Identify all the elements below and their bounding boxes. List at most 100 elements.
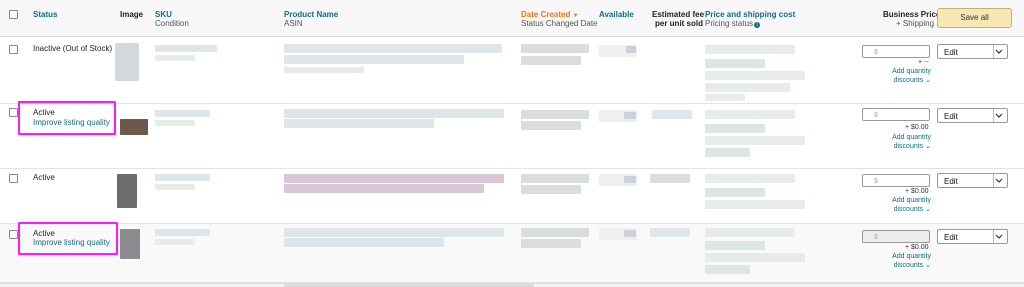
business-shipping-text: + $0.00 — [905, 244, 929, 251]
edit-label: Edit — [944, 112, 958, 121]
available-value — [624, 230, 636, 237]
product-name-link-2[interactable] — [284, 119, 434, 128]
add-quantity-discounts-link-2[interactable]: discounts ⌄ — [862, 205, 931, 214]
chevron-down-icon[interactable] — [995, 178, 1003, 184]
product-name-link[interactable] — [284, 174, 504, 183]
business-price-input[interactable]: $ — [862, 174, 930, 187]
price-input[interactable] — [705, 45, 795, 54]
estimated-fee-text — [652, 110, 692, 119]
divider — [993, 45, 994, 58]
chevron-down-icon[interactable] — [995, 49, 1003, 55]
date-created-text — [521, 228, 589, 237]
pricing-status-text — [705, 241, 765, 250]
inventory-page: Status Image SKU Condition Product Name … — [0, 0, 1024, 287]
annotation-highlight — [18, 222, 118, 255]
date-created-text — [521, 174, 589, 183]
sku-text — [155, 229, 210, 236]
date-created-text — [521, 110, 589, 119]
header-available[interactable]: Available — [599, 10, 634, 19]
product-name-link-2[interactable] — [284, 238, 444, 247]
condition-text — [155, 184, 195, 190]
fee-preview-text — [705, 83, 790, 92]
sku-text — [155, 45, 217, 52]
business-price-input[interactable]: $ — [862, 108, 930, 121]
asin-text — [284, 67, 364, 73]
shipping-cost-text — [705, 253, 805, 262]
header-estimated-fee: Estimated fee — [652, 10, 705, 19]
divider — [993, 109, 994, 122]
row-checkbox[interactable] — [9, 108, 18, 117]
edit-label: Edit — [944, 177, 958, 186]
shipping-cost-text — [705, 136, 805, 145]
business-price-input[interactable]: $ — [862, 230, 930, 243]
product-thumbnail[interactable] — [117, 174, 137, 208]
table-row: Inactive (Out of Stock) $ + -- Add quant… — [0, 37, 1024, 104]
row-checkbox[interactable] — [9, 174, 18, 183]
product-name-link-2[interactable] — [284, 55, 464, 64]
shipping-cost-text — [705, 200, 805, 209]
business-price-input[interactable]: $ — [862, 45, 930, 58]
add-quantity-discounts-link[interactable]: Add quantity — [862, 133, 931, 142]
price-input[interactable] — [705, 228, 795, 237]
business-shipping-text: + $0.00 — [905, 124, 929, 131]
edit-label: Edit — [944, 233, 958, 242]
add-quantity-discounts-link[interactable]: Add quantity — [862, 196, 931, 205]
product-name-link-2[interactable] — [284, 184, 484, 193]
available-value — [624, 176, 636, 183]
product-name-link[interactable] — [284, 44, 502, 53]
product-thumbnail[interactable] — [120, 229, 140, 259]
condition-text — [155, 55, 195, 61]
edit-dropdown[interactable]: Edit — [937, 108, 1008, 123]
price-input[interactable] — [705, 174, 795, 183]
header-product-name[interactable]: Product Name — [284, 10, 338, 19]
product-name-link[interactable] — [284, 109, 504, 118]
available-value — [626, 46, 636, 53]
row-status: Inactive (Out of Stock) — [33, 44, 113, 53]
business-shipping-text: + $0.00 — [905, 188, 929, 195]
header-price-shipping[interactable]: Price and shipping cost — [705, 10, 795, 19]
add-quantity-discounts-link-2[interactable]: discounts ⌄ — [862, 142, 931, 151]
table-row: Active Improve listing quality $ + $0.00… — [0, 101, 1024, 169]
table-row: Active $ + $0.00 Add quantity discounts … — [0, 169, 1024, 224]
add-quantity-discounts-link[interactable]: Add quantity — [862, 252, 931, 261]
product-name-link[interactable] — [284, 228, 504, 237]
edit-dropdown[interactable]: Edit — [937, 44, 1008, 59]
date-created-text — [521, 44, 589, 53]
divider — [993, 174, 994, 187]
available-value — [624, 112, 636, 119]
row-checkbox[interactable] — [9, 45, 18, 54]
header-image: Image — [120, 10, 144, 19]
fee-preview-text — [705, 148, 750, 157]
info-icon[interactable]: i — [754, 22, 761, 28]
edit-dropdown[interactable]: Edit — [937, 229, 1008, 244]
estimated-fee-text — [650, 228, 690, 237]
product-thumbnail[interactable] — [115, 43, 139, 81]
add-quantity-discounts-link[interactable]: Add quantity — [862, 67, 931, 76]
save-all-button[interactable]: Save all — [937, 8, 1012, 28]
price-input[interactable] — [705, 110, 795, 119]
row-checkbox[interactable] — [9, 230, 18, 239]
pricing-status-text — [705, 124, 765, 133]
inventory-table: Status Image SKU Condition Product Name … — [0, 0, 1024, 284]
header-sku[interactable]: SKU — [155, 10, 172, 19]
edit-label: Edit — [944, 48, 958, 57]
header-asin: ASIN — [284, 19, 303, 28]
chevron-down-icon[interactable] — [995, 113, 1003, 119]
chevron-down-icon[interactable] — [995, 234, 1003, 240]
add-quantity-discounts-link-2[interactable]: discounts ⌄ — [862, 261, 931, 270]
add-quantity-discounts-link-2[interactable]: discounts ⌄ — [862, 76, 931, 85]
header-business-price: Business Price — [883, 10, 941, 19]
header-status-changed-date: Status Changed Date — [521, 19, 598, 28]
header-status[interactable]: Status — [33, 10, 57, 19]
condition-text — [155, 120, 195, 126]
sku-text — [155, 110, 210, 117]
header-plus-shipping: + Shipping — [896, 19, 935, 28]
pricing-status-text — [705, 188, 765, 197]
estimated-fee-text — [650, 174, 690, 183]
header-estimated-fee-line2: per unit sold — [655, 19, 703, 28]
annotation-highlight — [18, 101, 116, 135]
edit-dropdown[interactable]: Edit — [937, 173, 1008, 188]
select-all-checkbox[interactable] — [9, 10, 18, 19]
product-thumbnail[interactable] — [120, 119, 148, 135]
sku-text — [155, 174, 210, 181]
